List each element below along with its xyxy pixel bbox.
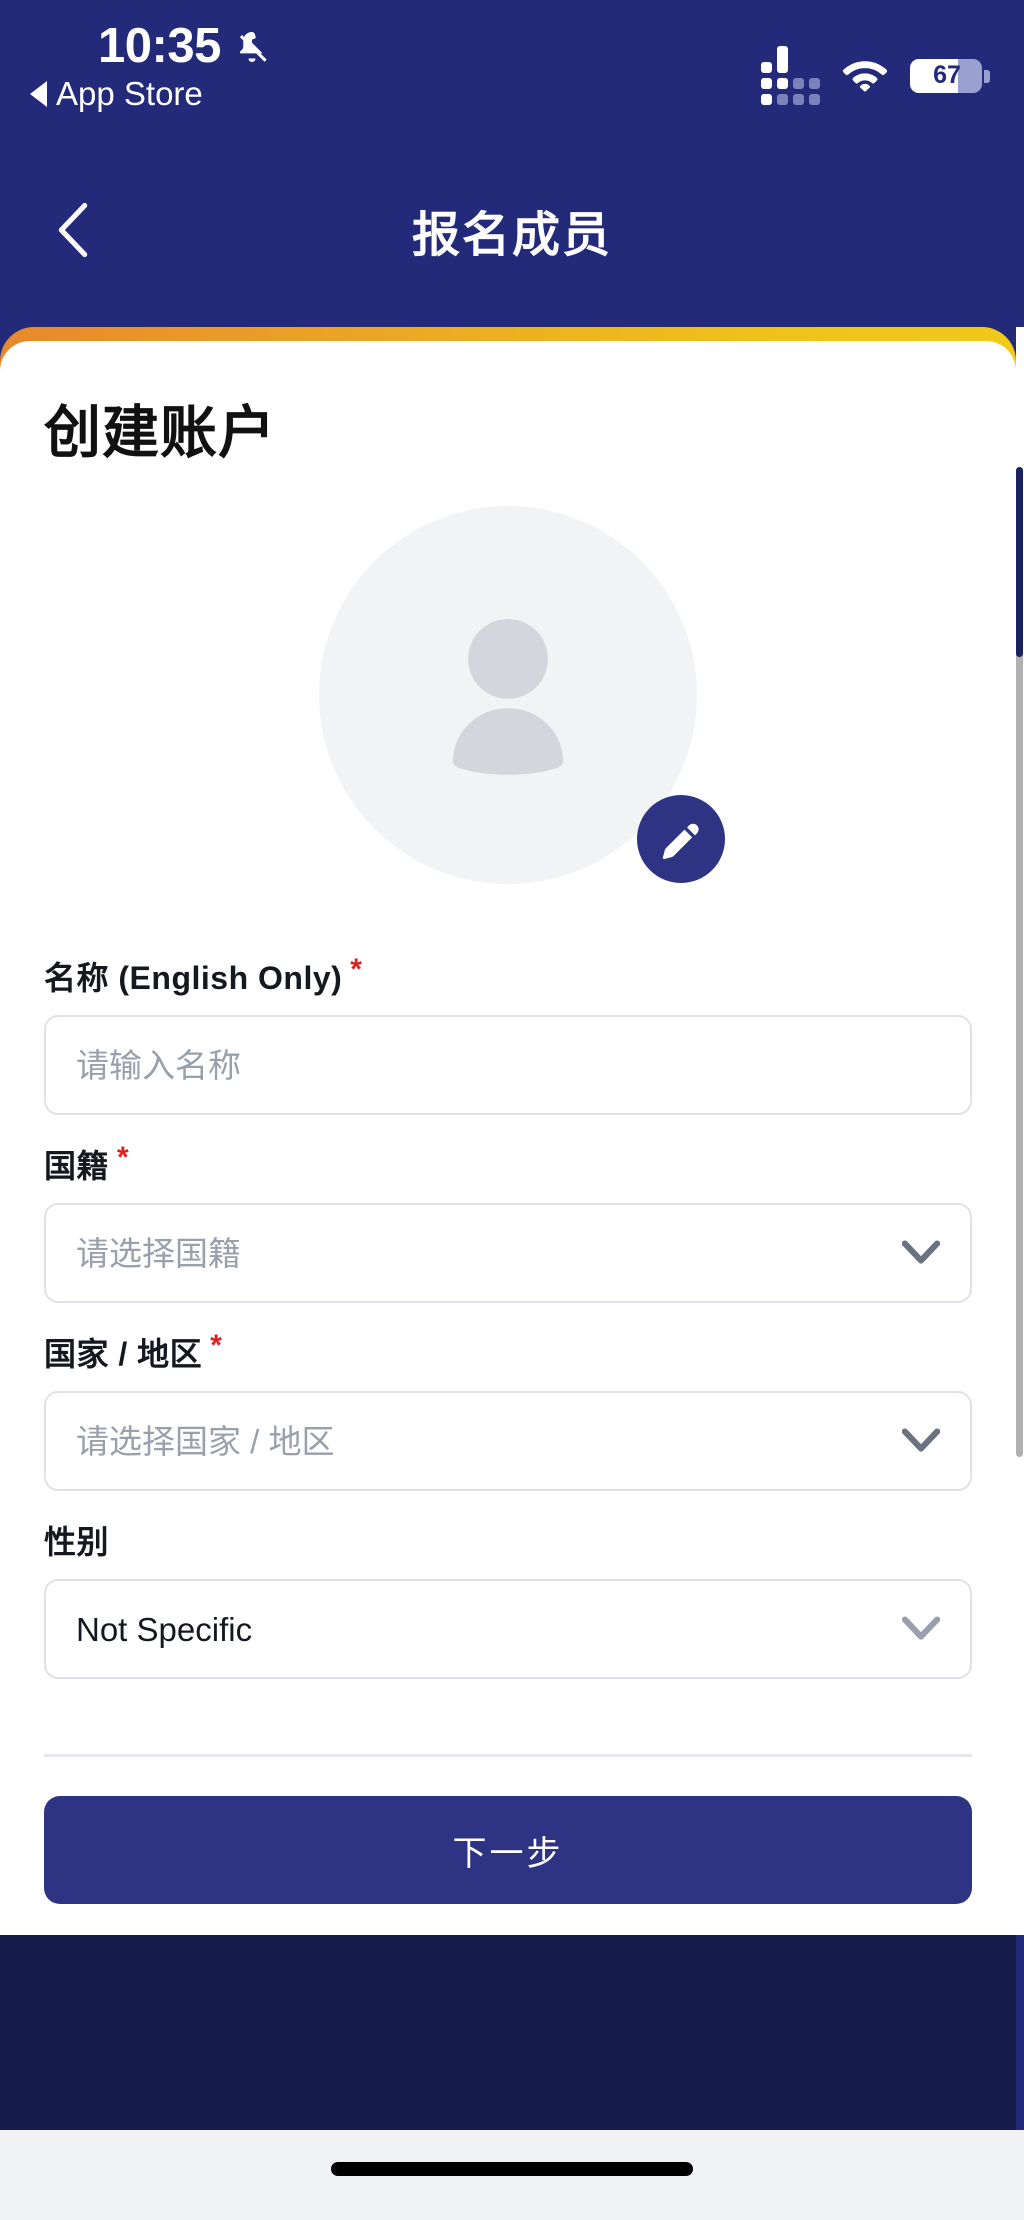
triangle-left-icon: [30, 80, 47, 107]
battery-cap: [984, 69, 990, 83]
phone-screen: 10:35 App Store 67 报名成员 创建账户 名称 (English…: [0, 0, 1024, 2220]
next-step-button[interactable]: 下一步: [44, 1796, 972, 1904]
content-card-wrapper: 创建账户 名称 (English Only) * 请输入名称 国籍 * 请选择国…: [0, 327, 1016, 1935]
wifi-icon: [842, 60, 888, 92]
bottom-navy-area: [0, 1935, 1016, 2130]
field-gender: 性别 Not Specific: [44, 1517, 972, 1679]
required-marker: *: [117, 1141, 130, 1174]
battery-percent-label: 67: [933, 61, 961, 89]
required-marker: *: [210, 1329, 223, 1362]
return-to-app-store-link[interactable]: App Store: [30, 77, 203, 110]
edit-avatar-button[interactable]: [637, 795, 725, 883]
chevron-down-icon: [902, 1428, 940, 1452]
gender-select-value: Not Specific: [76, 1610, 253, 1648]
field-label-country-region-text: 国家 / 地区: [44, 1336, 203, 1372]
nationality-select-placeholder: 请选择国籍: [76, 1234, 241, 1272]
pencil-icon: [662, 823, 699, 860]
field-label-gender: 性别: [44, 1517, 972, 1563]
page-title: 报名成员: [411, 208, 612, 262]
gender-select[interactable]: Not Specific: [44, 1579, 972, 1679]
field-nationality: 国籍 * 请选择国籍: [44, 1141, 972, 1303]
status-bar-right: 67: [761, 46, 990, 105]
scrollbar-track[interactable]: [1016, 327, 1024, 1935]
field-label-gender-text: 性别: [44, 1524, 110, 1560]
avatar-block: [0, 506, 1016, 906]
field-label-country-region: 国家 / 地区 *: [44, 1329, 972, 1375]
card-title: 创建账户: [44, 401, 276, 465]
field-label-nationality: 国籍 *: [44, 1141, 972, 1187]
home-indicator[interactable]: [331, 2162, 693, 2176]
country-region-select[interactable]: 请选择国家 / 地区: [44, 1391, 972, 1491]
field-name: 名称 (English Only) * 请输入名称: [44, 953, 972, 1115]
return-app-label: App Store: [56, 75, 203, 112]
name-input[interactable]: 请输入名称: [44, 1015, 972, 1115]
field-label-name: 名称 (English Only) *: [44, 953, 972, 999]
status-bar-left: 10:35 App Store: [30, 22, 271, 110]
status-bar: 10:35 App Store 67: [0, 0, 1024, 132]
required-marker: *: [350, 953, 363, 986]
registration-form: 名称 (English Only) * 请输入名称 国籍 * 请选择国籍 国家 …: [44, 953, 972, 1705]
home-indicator-area: [0, 2130, 1024, 2220]
name-input-placeholder: 请输入名称: [76, 1046, 241, 1084]
field-country-region: 国家 / 地区 * 请选择国家 / 地区: [44, 1329, 972, 1491]
battery-indicator: 67: [910, 58, 990, 93]
chevron-down-icon: [902, 1240, 940, 1264]
scrollbar-thumb-top[interactable]: [1016, 467, 1023, 657]
nationality-select[interactable]: 请选择国籍: [44, 1203, 972, 1303]
chevron-down-icon: [902, 1616, 940, 1640]
field-label-name-text: 名称 (English Only): [44, 960, 343, 996]
time-and-dnd: 10:35: [98, 22, 271, 71]
bell-muted-icon: [239, 31, 267, 62]
content-card: 创建账户 名称 (English Only) * 请输入名称 国籍 * 请选择国…: [0, 341, 1016, 1935]
person-icon: [452, 619, 564, 775]
nav-header: 报名成员: [0, 132, 1024, 327]
cellular-signal-icon: [761, 46, 820, 105]
field-label-nationality-text: 国籍: [44, 1148, 110, 1184]
form-divider: [44, 1754, 972, 1757]
country-region-select-placeholder: 请选择国家 / 地区: [76, 1422, 335, 1460]
status-time: 10:35: [98, 19, 221, 73]
